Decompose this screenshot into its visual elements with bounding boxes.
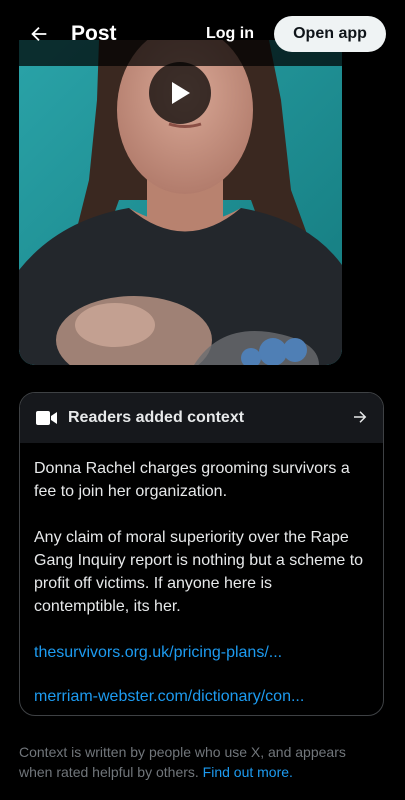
readers-context-card: Readers added context Donna Rachel charg…	[19, 392, 384, 716]
post-video[interactable]	[19, 40, 342, 365]
video-camera-icon	[36, 411, 57, 425]
open-app-button[interactable]: Open app	[274, 16, 386, 52]
play-icon	[172, 82, 190, 104]
context-header[interactable]: Readers added context	[20, 393, 383, 443]
context-title: Readers added context	[68, 409, 245, 426]
arrow-right-icon[interactable]	[351, 408, 369, 426]
arrow-left-icon	[31, 26, 47, 42]
context-disclaimer: Context is written by people who use X, …	[19, 742, 379, 782]
disclaimer-text: Context is written by people who use X, …	[19, 744, 346, 780]
source-link[interactable]: merriam-webster.com/dictionary/con...	[34, 685, 369, 708]
context-body: Donna Rachel charges grooming survivors …	[20, 443, 383, 708]
page-title: Post	[71, 22, 117, 45]
context-paragraph: Any claim of moral superiority over the …	[34, 529, 364, 615]
find-out-more-link[interactable]: Find out more.	[203, 764, 293, 780]
play-button[interactable]	[149, 62, 211, 124]
source-link[interactable]: thesurvivors.org.uk/pricing-plans/...	[34, 641, 369, 664]
login-link[interactable]: Log in	[206, 22, 254, 46]
back-button[interactable]	[24, 19, 54, 49]
top-header: Post Log in Open app	[0, 0, 405, 66]
context-paragraph: Donna Rachel charges grooming survivors …	[34, 460, 350, 500]
